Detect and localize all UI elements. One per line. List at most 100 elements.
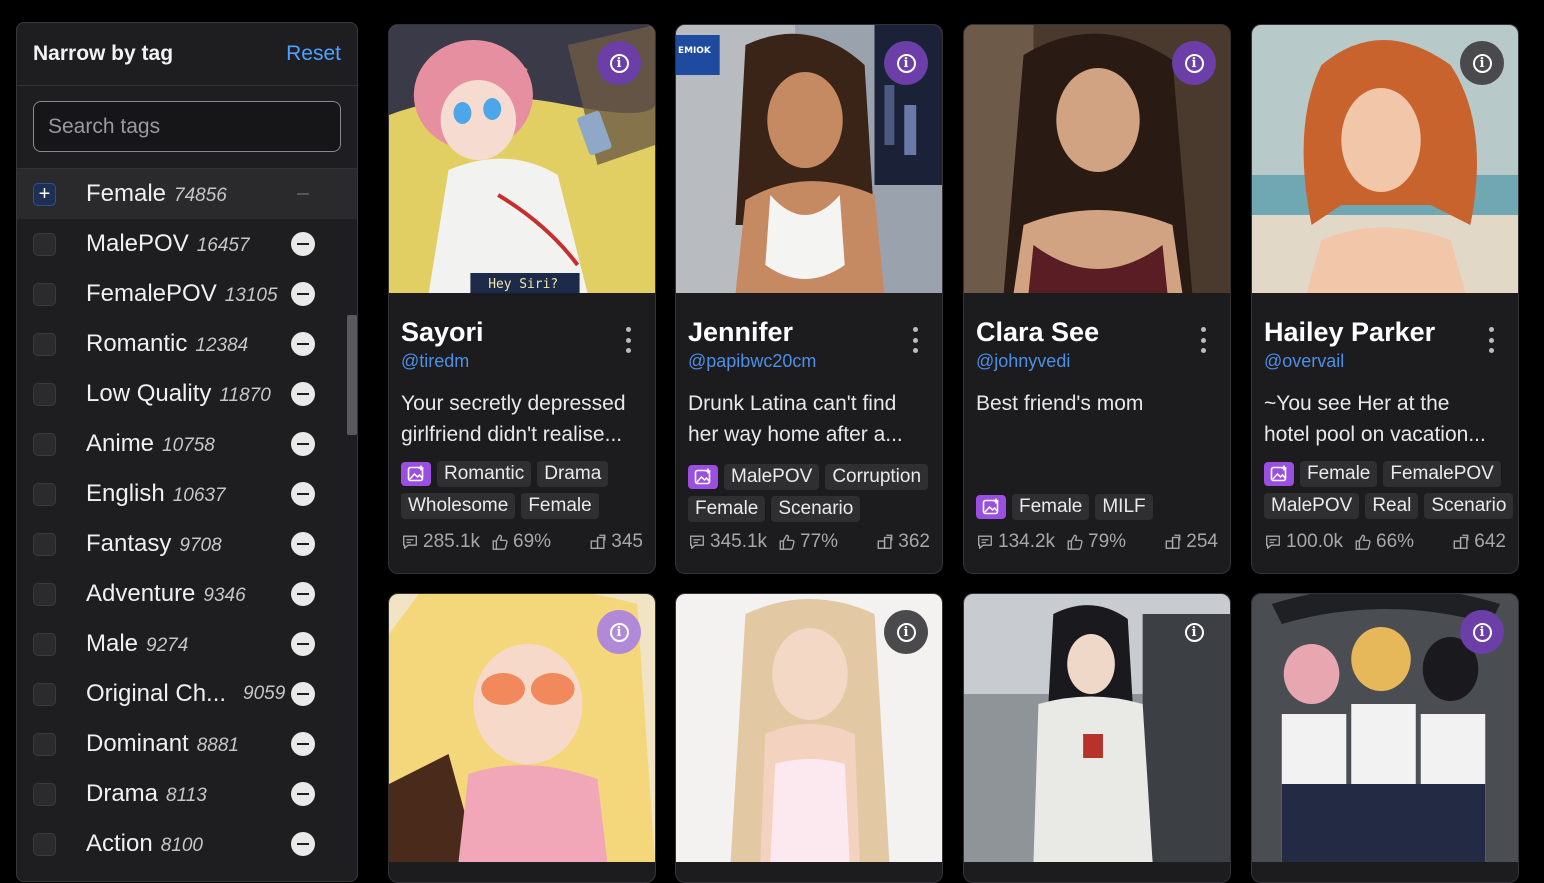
- character-card[interactable]: i Clara See @johnyvedi Best friend's mom…: [963, 24, 1231, 574]
- info-button[interactable]: i: [884, 41, 928, 85]
- tag-checkbox[interactable]: [33, 782, 56, 806]
- character-card[interactable]: i: [963, 593, 1231, 883]
- tag-checkbox[interactable]: [33, 432, 56, 456]
- tag-chip[interactable]: Corruption: [825, 464, 929, 490]
- exclude-tag-icon[interactable]: [291, 282, 315, 306]
- tag-checkbox[interactable]: [33, 282, 56, 306]
- tag-checkbox[interactable]: [33, 332, 56, 356]
- info-button[interactable]: i: [1460, 41, 1504, 85]
- exclude-tag-icon[interactable]: [291, 232, 315, 256]
- tag-checkbox[interactable]: [33, 582, 56, 606]
- tag-chip[interactable]: MILF: [1095, 494, 1153, 520]
- info-button[interactable]: i: [1460, 610, 1504, 654]
- tag-chip[interactable]: Wholesome: [401, 493, 516, 519]
- tag-label: Action: [86, 830, 153, 857]
- tag-checkbox[interactable]: [33, 232, 56, 256]
- exclude-tag-icon[interactable]: [291, 682, 315, 706]
- more-vertical-icon[interactable]: [1200, 327, 1206, 353]
- description-line: Drunk Latina can't find: [688, 392, 897, 415]
- tag-row-action[interactable]: Action 8100: [17, 819, 357, 869]
- tag-row-fantasy[interactable]: Fantasy 9708: [17, 519, 357, 569]
- character-name[interactable]: Clara See: [976, 317, 1099, 348]
- tag-row-dominant[interactable]: Dominant 8881: [17, 719, 357, 769]
- tag-row-anime[interactable]: Anime 10758: [17, 419, 357, 469]
- character-name[interactable]: Jennifer: [688, 317, 793, 348]
- info-button[interactable]: i: [1172, 41, 1216, 85]
- creator-handle[interactable]: @johnyvedi: [976, 351, 1070, 372]
- exclude-tag-icon[interactable]: [291, 532, 315, 556]
- tag-label: Low Quality: [86, 380, 212, 407]
- tag-chip[interactable]: FemalePOV: [1383, 461, 1501, 487]
- description-line: Best friend's mom: [976, 392, 1144, 415]
- like-percent: 69%: [513, 531, 552, 552]
- character-description: ~You see Her at the hotel pool on vacati…: [1264, 388, 1512, 450]
- tag-label: Adventure: [86, 580, 196, 607]
- tag-chip[interactable]: MalePOV: [724, 464, 820, 490]
- tag-row-drama[interactable]: Drama 8113: [17, 769, 357, 819]
- info-button[interactable]: i: [1172, 610, 1216, 654]
- more-vertical-icon[interactable]: [912, 327, 918, 353]
- exclude-tag-icon[interactable]: [291, 782, 315, 806]
- info-button[interactable]: i: [884, 610, 928, 654]
- description-line: ~You see Her at the: [1264, 392, 1450, 415]
- exclude-tag-icon[interactable]: [291, 482, 315, 506]
- exclude-tag-icon[interactable]: [291, 582, 315, 606]
- tag-chip[interactable]: Female: [688, 496, 766, 522]
- character-card[interactable]: i: [388, 593, 656, 883]
- tag-row-adventure[interactable]: Adventure 9346: [17, 569, 357, 619]
- character-card[interactable]: i: [675, 593, 943, 883]
- tag-checkbox[interactable]: [33, 832, 56, 856]
- character-name[interactable]: Hailey Parker: [1264, 317, 1435, 348]
- tag-chip[interactable]: Drama: [537, 461, 609, 487]
- info-button[interactable]: i: [597, 610, 641, 654]
- exclude-tag-icon[interactable]: [291, 332, 315, 356]
- tag-search-input[interactable]: [33, 101, 341, 152]
- tag-chip[interactable]: MalePOV: [1264, 493, 1360, 519]
- more-vertical-icon[interactable]: [625, 327, 631, 353]
- exclude-tag-icon[interactable]: [291, 632, 315, 656]
- creator-handle[interactable]: @tiredm: [401, 351, 469, 372]
- exclude-tag-icon[interactable]: [291, 182, 315, 206]
- tag-list-scrollbar[interactable]: [347, 315, 357, 435]
- character-card[interactable]: i Hailey Parker @overvail ~You see Her a…: [1251, 24, 1519, 574]
- image-generation-icon: [1264, 462, 1294, 486]
- tag-checkbox[interactable]: [33, 732, 56, 756]
- tag-chip[interactable]: Scenario: [1424, 493, 1514, 519]
- exclude-tag-icon[interactable]: [291, 432, 315, 456]
- character-card[interactable]: Hey Siri? i Sayori @tiredm Your secretly…: [388, 24, 656, 574]
- tag-search-wrap: [17, 86, 357, 169]
- tag-row-malepov[interactable]: MalePOV 16457: [17, 219, 357, 269]
- tag-row-male[interactable]: Male 9274: [17, 619, 357, 669]
- creator-handle[interactable]: @papibwc20cm: [688, 351, 816, 372]
- tag-chip[interactable]: Female: [521, 493, 599, 519]
- tag-checkbox[interactable]: [33, 482, 56, 506]
- tag-checkbox[interactable]: [33, 382, 56, 406]
- chat-stat: 642: [1452, 531, 1506, 553]
- tag-row-original-character[interactable]: Original Ch... 9059: [17, 669, 357, 719]
- tag-row-low-quality[interactable]: Low Quality 11870: [17, 369, 357, 419]
- tag-row-femalepov[interactable]: FemalePOV 13105: [17, 269, 357, 319]
- tag-checkbox[interactable]: [33, 532, 56, 556]
- exclude-tag-icon[interactable]: [291, 382, 315, 406]
- more-vertical-icon[interactable]: [1488, 327, 1494, 353]
- exclude-tag-icon[interactable]: [291, 832, 315, 856]
- creator-handle[interactable]: @overvail: [1264, 351, 1344, 372]
- tag-label: MalePOV: [86, 230, 189, 257]
- tag-checkbox[interactable]: [33, 682, 56, 706]
- info-button[interactable]: i: [597, 41, 641, 85]
- character-card[interactable]: i: [1251, 593, 1519, 883]
- add-tag-icon[interactable]: +: [33, 182, 56, 206]
- exclude-tag-icon[interactable]: [291, 732, 315, 756]
- tag-checkbox[interactable]: [33, 632, 56, 656]
- character-card[interactable]: EMIOK i Jennifer @papibwc20cm Drunk Lati…: [675, 24, 943, 574]
- tag-row-romantic[interactable]: Romantic 12384: [17, 319, 357, 369]
- tag-chip[interactable]: Female: [1012, 494, 1090, 520]
- character-name[interactable]: Sayori: [401, 317, 484, 348]
- tag-row-english[interactable]: English 10637: [17, 469, 357, 519]
- tag-chip[interactable]: Female: [1300, 461, 1378, 487]
- tag-chip[interactable]: Real: [1365, 493, 1419, 519]
- reset-button[interactable]: Reset: [286, 42, 341, 66]
- tag-chip[interactable]: Romantic: [437, 461, 532, 487]
- tag-row-female[interactable]: + Female 74856: [17, 169, 357, 219]
- tag-chip[interactable]: Scenario: [771, 496, 861, 522]
